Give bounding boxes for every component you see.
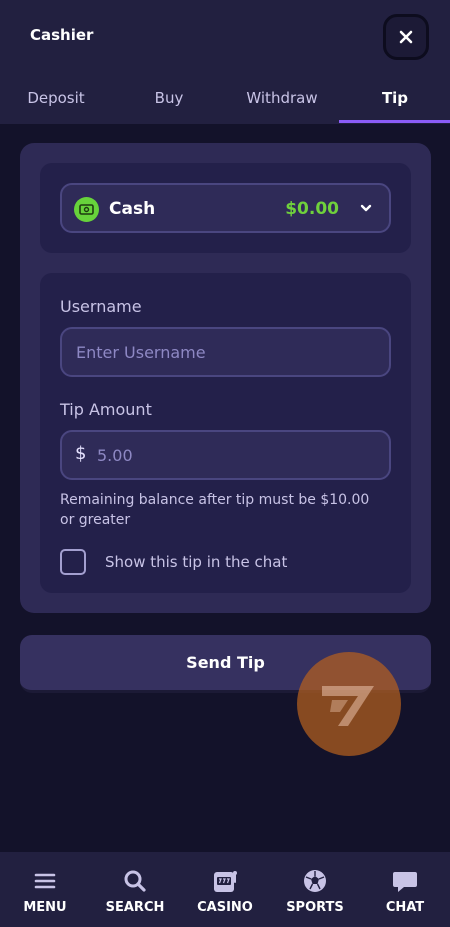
close-icon	[399, 30, 413, 44]
header: Cashier	[0, 0, 450, 72]
nav-sports-label: SPORTS	[286, 900, 344, 915]
page-title: Cashier	[30, 26, 94, 44]
chevron-down-icon	[360, 204, 372, 212]
nav-menu-label: MENU	[23, 900, 67, 915]
active-tab-indicator	[339, 120, 450, 123]
currency-select[interactable]: Cash $0.00	[60, 183, 391, 233]
nav-casino[interactable]: CASINO	[180, 852, 270, 927]
show-in-chat-checkbox[interactable]	[60, 549, 86, 575]
nav-search-label: SEARCH	[105, 900, 165, 915]
show-in-chat-label[interactable]: Show this tip in the chat	[105, 553, 287, 571]
slot-machine-icon	[212, 866, 238, 896]
chat-bubble-icon	[392, 866, 418, 896]
search-icon	[123, 866, 147, 896]
close-button[interactable]	[383, 14, 429, 60]
cash-icon	[74, 197, 99, 222]
bottom-navigation: MENU SEARCH CASINO SPORTS CHAT	[0, 852, 450, 927]
logo-icon	[322, 686, 374, 726]
nav-sports[interactable]: SPORTS	[270, 852, 360, 927]
currency-label: Cash	[109, 199, 156, 219]
nav-chat[interactable]: CHAT	[360, 852, 450, 927]
balance-requirement-note: Remaining balance after tip must be $10.…	[60, 492, 370, 528]
cashier-tabs: Deposit Buy Withdraw Tip	[0, 72, 450, 124]
nav-search[interactable]: SEARCH	[90, 852, 180, 927]
floating-logo-badge[interactable]	[297, 652, 401, 756]
balance-amount: $0.00	[285, 199, 339, 219]
nav-chat-label: CHAT	[385, 900, 425, 915]
tip-amount-label: Tip Amount	[60, 400, 152, 419]
menu-icon	[34, 866, 56, 896]
nav-casino-label: CASINO	[197, 900, 253, 915]
soccer-ball-icon	[302, 866, 328, 896]
username-input[interactable]	[60, 327, 391, 377]
nav-menu[interactable]: MENU	[0, 852, 90, 927]
tip-amount-input[interactable]	[60, 430, 391, 480]
tab-tip[interactable]: Tip	[339, 72, 450, 124]
currency-symbol: $	[75, 443, 87, 464]
username-label: Username	[60, 297, 142, 316]
tab-deposit[interactable]: Deposit	[0, 72, 112, 124]
tab-buy[interactable]: Buy	[113, 72, 225, 124]
tab-withdraw[interactable]: Withdraw	[226, 72, 338, 124]
